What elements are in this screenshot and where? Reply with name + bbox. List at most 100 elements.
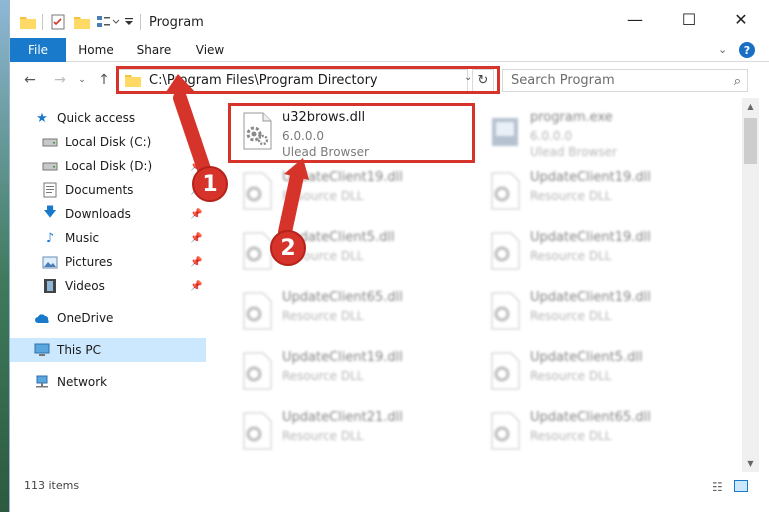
help-icon[interactable]: ? <box>739 42 755 58</box>
quick-access-dropdown-icon[interactable] <box>124 13 134 31</box>
properties-icon[interactable] <box>50 13 66 31</box>
close-button[interactable]: ✕ <box>718 0 764 38</box>
back-button[interactable]: ← <box>20 71 40 89</box>
file-explorer-window: Program — ☐ ✕ File Home Share View ⌄ ? ←… <box>9 0 769 512</box>
toolbar-divider <box>140 14 141 30</box>
new-folder-icon[interactable] <box>74 13 90 31</box>
nav-item-label: Local Disk (C:) <box>65 135 152 149</box>
nav-item-documents[interactable]: Documents 📌 <box>10 178 206 202</box>
nav-item-label: Network <box>57 375 108 389</box>
nav-item-quick-access[interactable]: ★ Quick access <box>10 106 206 130</box>
folder-icon[interactable] <box>20 13 36 31</box>
nav-item-label: Quick access <box>57 111 136 125</box>
drive-icon <box>42 134 58 150</box>
file-name: UpdateClient65.dll <box>282 290 403 305</box>
file-item[interactable]: UpdateClient65.dll Resource DLL <box>482 402 720 460</box>
nav-item-downloads[interactable]: 🡇 Downloads 📌 <box>10 202 206 226</box>
nav-item-videos[interactable]: Videos 📌 <box>10 274 206 298</box>
search-box[interactable]: ⌕ <box>502 69 748 92</box>
vertical-scrollbar[interactable]: ▲ ▼ <box>742 98 759 472</box>
documents-icon <box>42 182 58 198</box>
nav-item-pictures[interactable]: Pictures 📌 <box>10 250 206 274</box>
nav-item-label: Local Disk (D:) <box>65 159 153 173</box>
dll-gear-icon <box>243 412 272 450</box>
tab-file[interactable]: File <box>10 38 66 62</box>
forward-button[interactable]: → <box>50 71 70 89</box>
tab-view[interactable]: View <box>186 38 234 62</box>
file-version: 6.0.0.0 <box>530 129 572 143</box>
file-type: Resource DLL <box>282 309 364 323</box>
navigation-bar: ← → ⌄ ↑ C:\Program Files\Program Directo… <box>10 62 769 98</box>
pictures-icon <box>42 254 58 270</box>
download-icon: 🡇 <box>43 205 57 220</box>
maximize-button[interactable]: ☐ <box>666 0 712 38</box>
file-description: Ulead Browser <box>530 145 617 159</box>
dll-gear-icon <box>491 292 520 330</box>
pin-icon[interactable]: 📌 <box>190 209 202 220</box>
file-type: Resource DLL <box>282 369 364 383</box>
search-input[interactable] <box>511 73 721 88</box>
nav-item-onedrive[interactable]: OneDrive <box>10 306 206 330</box>
file-name: UpdateClient21.dll <box>282 410 403 425</box>
drive-icon <box>42 158 58 174</box>
file-type: Resource DLL <box>530 309 612 323</box>
expand-ribbon-icon[interactable]: ⌄ <box>718 43 727 56</box>
file-item[interactable]: UpdateClient19.dll Resource DLL <box>482 282 720 340</box>
cloud-icon <box>34 310 50 326</box>
file-name: UpdateClient19.dll <box>530 230 651 245</box>
navigation-pane: ★ Quick access Local Disk (C:) 📌 Local D… <box>10 98 206 472</box>
file-item[interactable]: UpdateClient19.dll Resource DLL <box>234 162 472 220</box>
file-name: UpdateClient19.dll <box>282 170 403 185</box>
file-item[interactable]: UpdateClient65.dll Resource DLL <box>234 282 472 340</box>
file-item[interactable]: UpdateClient19.dll Resource DLL <box>234 342 472 400</box>
nav-item-network[interactable]: Network <box>10 370 206 394</box>
pin-icon[interactable]: 📌 <box>190 137 202 148</box>
file-name: UpdateClient19.dll <box>530 290 651 305</box>
tab-share[interactable]: Share <box>126 38 182 62</box>
details-view-icon[interactable]: ☷ <box>712 480 723 494</box>
scroll-thumb[interactable] <box>744 118 757 164</box>
window-title: Program <box>149 15 204 30</box>
step-badge-1: 1 <box>192 166 228 202</box>
pin-icon[interactable]: 📌 <box>190 257 202 268</box>
recent-locations-icon[interactable]: ⌄ <box>72 71 92 89</box>
item-count: 113 items <box>24 479 80 492</box>
pin-icon[interactable]: 📌 <box>190 281 202 292</box>
tiles-view-icon[interactable] <box>734 480 748 492</box>
file-name: UpdateClient19.dll <box>530 170 651 185</box>
file-item[interactable]: UpdateClient5.dll Resource DLL <box>482 342 720 400</box>
minimize-button[interactable]: — <box>612 0 658 38</box>
nav-item-label: Pictures <box>65 255 113 269</box>
file-item[interactable]: UpdateClient19.dll Resource DLL <box>482 222 720 280</box>
title-bar: Program — ☐ ✕ <box>10 0 769 38</box>
view-options-icon[interactable] <box>96 13 120 31</box>
search-icon[interactable]: ⌕ <box>734 74 741 89</box>
dll-gear-icon <box>491 412 520 450</box>
file-highlight-box <box>228 103 475 163</box>
nav-item-label: Downloads <box>65 207 131 221</box>
file-item[interactable]: UpdateClient19.dll Resource DLL <box>482 162 720 220</box>
file-item[interactable]: UpdateClient21.dll Resource DLL <box>234 402 472 460</box>
file-type: Resource DLL <box>530 249 612 263</box>
nav-item-label: This PC <box>57 343 101 357</box>
nav-item-local-disk-c[interactable]: Local Disk (C:) 📌 <box>10 130 206 154</box>
nav-item-label: OneDrive <box>57 311 114 325</box>
pin-icon[interactable]: 📌 <box>190 233 202 244</box>
nav-item-label: Music <box>65 231 100 245</box>
nav-item-label: Documents <box>65 183 134 197</box>
tab-home[interactable]: Home <box>70 38 122 62</box>
file-type: Resource DLL <box>282 429 364 443</box>
dll-gear-icon <box>243 352 272 390</box>
scroll-down-icon[interactable]: ▼ <box>742 455 759 472</box>
status-bar: 113 items ☷ <box>10 474 769 498</box>
network-icon <box>34 374 50 390</box>
file-item-program-exe[interactable]: program.exe 6.0.0.0 Ulead Browser <box>482 102 720 160</box>
nav-item-this-pc[interactable]: This PC <box>10 338 206 362</box>
nav-item-music[interactable]: ♪ Music 📌 <box>10 226 206 250</box>
nav-item-local-disk-d[interactable]: Local Disk (D:) 📌 <box>10 154 206 178</box>
exe-icon <box>492 118 518 146</box>
scroll-up-icon[interactable]: ▲ <box>742 98 759 115</box>
file-name: UpdateClient19.dll <box>282 350 403 365</box>
ribbon-tabs: File Home Share View ⌄ ? <box>10 38 769 62</box>
up-button[interactable]: ↑ <box>94 71 114 89</box>
